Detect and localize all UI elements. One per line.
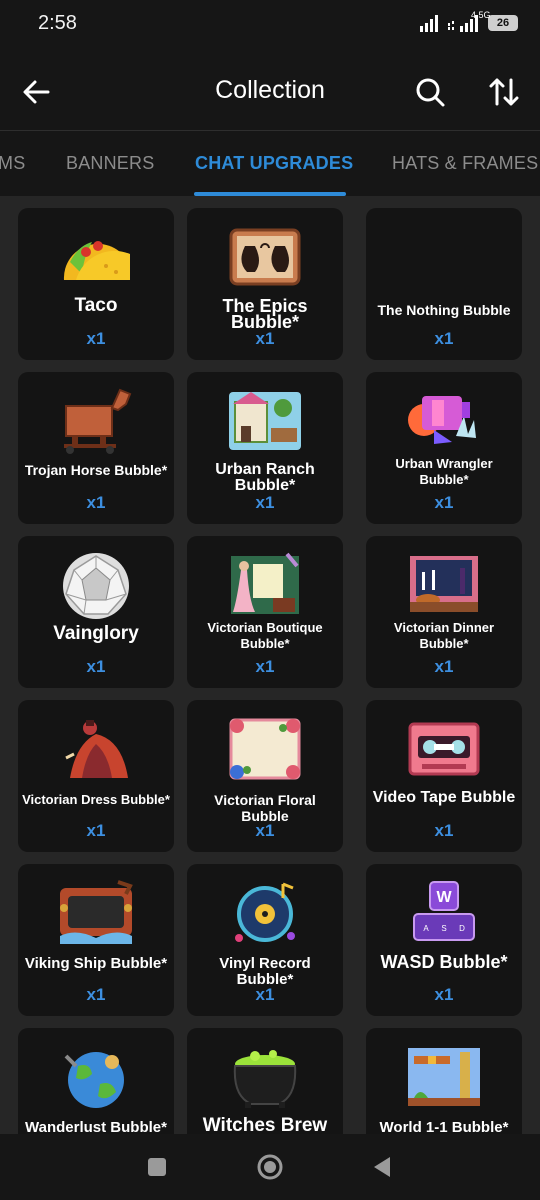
item-quantity: x1 [86, 493, 106, 512]
trojan-horse-icon [64, 388, 132, 454]
item-quantity: x1 [255, 493, 275, 512]
s-key-label: S [441, 924, 446, 933]
item-name: Video Tape Bubble [372, 789, 516, 806]
item-card[interactable]: Wanderlust Bubble* [18, 1028, 174, 1134]
back-nav-icon[interactable] [368, 1152, 398, 1182]
item-quantity: x1 [86, 329, 106, 348]
item-name: The Epics Bubble* [222, 296, 308, 332]
item-name: Taco [74, 295, 118, 316]
w-key-label: W [436, 889, 452, 906]
item-card[interactable]: The Nothing Bubble x1 [366, 208, 522, 360]
item-card[interactable]: Victorian Dress Bubble* x1 [18, 700, 174, 852]
status-icons: 4.5G 26 [420, 10, 518, 32]
signal-icon [420, 15, 438, 32]
tab-banners[interactable]: BANNERS [66, 153, 154, 174]
item-name: Victorian Boutique Bubble* [207, 620, 323, 651]
urban-ranch-icon [229, 392, 301, 450]
item-name: World 1-1 Bubble* [379, 1119, 509, 1135]
collection-grid: Taco x1 The Epics Bubble* x1 The Nothing… [0, 196, 540, 1134]
item-quantity: x1 [255, 329, 275, 348]
item-quantity: x1 [434, 657, 454, 676]
victorian-dress-icon [65, 720, 128, 778]
item-name: Viking Ship Bubble* [24, 955, 168, 972]
item-card[interactable]: Urban Ranch Bubble* x1 [187, 372, 343, 524]
urban-wrangler-icon [408, 396, 476, 444]
taco-icon [63, 241, 130, 280]
item-card[interactable]: Taco x1 [18, 208, 174, 360]
home-icon[interactable] [255, 1152, 285, 1182]
item-card[interactable]: Video Tape Bubble x1 [366, 700, 522, 852]
search-icon[interactable] [410, 72, 450, 112]
diamond-icon [63, 553, 129, 619]
app-bar: Collection [0, 50, 540, 131]
item-quantity: x1 [255, 657, 275, 676]
item-card[interactable]: The Epics Bubble* x1 [187, 208, 343, 360]
item-name: Victorian Floral Bubble [214, 792, 316, 824]
viking-ship-icon [60, 880, 133, 944]
item-name: Witches Brew [202, 1115, 328, 1134]
item-name: Urban Ranch Bubble* [215, 461, 315, 494]
item-card[interactable]: Victorian Boutique Bubble* x1 [187, 536, 343, 688]
item-card[interactable]: Vinyl Record Bubble* x1 [187, 864, 343, 1016]
tab-items[interactable]: MS [0, 153, 25, 174]
status-time: 2:58 [38, 12, 77, 34]
item-quantity: x1 [255, 821, 275, 840]
item-name: Vainglory [53, 623, 139, 644]
item-quantity: x1 [434, 821, 454, 840]
item-quantity: x1 [86, 821, 106, 840]
item-name: Urban Wrangler Bubble* [395, 456, 493, 487]
item-quantity: x1 [434, 329, 454, 348]
item-card[interactable]: World 1-1 Bubble* [366, 1028, 522, 1134]
item-card[interactable]: Viking Ship Bubble* x1 [18, 864, 174, 1016]
victorian-floral-icon [229, 718, 301, 780]
item-card[interactable]: Victorian Dinner Bubble* x1 [366, 536, 522, 688]
item-quantity: x1 [434, 493, 454, 512]
world-1-1-icon [408, 1048, 480, 1106]
tab-chat-upgrades[interactable]: CHAT UPGRADES [195, 153, 353, 174]
d-key-label: D [459, 924, 465, 933]
item-card[interactable]: Witches Brew [187, 1028, 343, 1134]
item-name: Vinyl Record Bubble* [219, 955, 311, 988]
item-quantity: x1 [255, 985, 275, 1004]
recents-icon[interactable] [142, 1152, 172, 1182]
item-card[interactable]: Trojan Horse Bubble* x1 [18, 372, 174, 524]
signal-icon-2 [448, 15, 478, 32]
status-bar: 2:58 4.5G 26 [0, 0, 540, 50]
sort-icon[interactable] [484, 72, 524, 112]
a-key-label: A [423, 924, 429, 933]
item-quantity: x1 [434, 985, 454, 1004]
item-card[interactable]: Victorian Floral Bubble x1 [187, 700, 343, 852]
battery-icon: 26 [488, 15, 518, 31]
vinyl-record-icon [235, 882, 295, 942]
tab-bar: MS BANNERS CHAT UPGRADES HATS & FRAMES [0, 131, 540, 196]
item-name: Victorian Dinner Bubble* [393, 620, 495, 651]
item-card[interactable]: W A S D WASD Bubble* x1 [366, 864, 522, 1016]
item-name: WASD Bubble* [380, 952, 508, 972]
cauldron-icon [233, 1050, 297, 1108]
system-nav-bar [0, 1134, 540, 1200]
page-title: Collection [215, 76, 325, 104]
globe-icon [64, 1052, 124, 1108]
item-name: The Nothing Bubble [377, 302, 511, 318]
item-quantity: x1 [86, 985, 106, 1004]
victorian-dinner-icon [410, 556, 478, 612]
item-name: Trojan Horse Bubble* [24, 462, 168, 478]
item-card[interactable]: Vainglory x1 [18, 536, 174, 688]
item-quantity: x1 [86, 657, 106, 676]
video-tape-icon [408, 722, 480, 776]
victorian-boutique-icon [231, 552, 299, 614]
tab-hats-frames[interactable]: HATS & FRAMES [392, 153, 538, 174]
item-card[interactable]: Urban Wrangler Bubble* x1 [366, 372, 522, 524]
item-name: Victorian Dress Bubble* [22, 792, 170, 807]
wasd-keys-icon: W A S D [413, 881, 475, 941]
greek-vases-bubble-icon [229, 228, 301, 286]
item-name: Wanderlust Bubble* [25, 1119, 167, 1135]
